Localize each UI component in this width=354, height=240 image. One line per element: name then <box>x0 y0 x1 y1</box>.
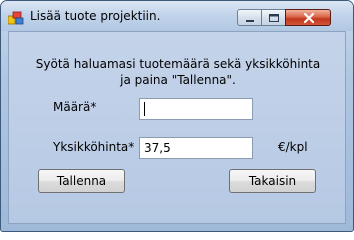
save-button[interactable]: Tallenna <box>38 169 125 193</box>
window-title: Lisää tuote projektiin. <box>30 9 161 23</box>
title-bar[interactable]: Lisää tuote projektiin. <box>1 1 353 31</box>
quantity-field[interactable] <box>139 98 253 120</box>
unit-price-field[interactable] <box>139 137 253 159</box>
quantity-label: Määrä* <box>53 100 97 114</box>
close-icon <box>303 12 315 24</box>
maximize-button[interactable] <box>261 9 286 26</box>
maximize-icon <box>269 14 279 22</box>
minimize-icon <box>246 20 254 22</box>
minimize-button[interactable] <box>237 9 262 26</box>
unit-label: €/kpl <box>278 140 308 154</box>
dialog-body: Syötä haluamasi tuotemäärä sekä yksikköh… <box>8 31 346 224</box>
back-button[interactable]: Takaisin <box>229 169 316 193</box>
unit-price-label: Yksikköhinta* <box>53 140 135 154</box>
instruction-text: Syötä haluamasi tuotemäärä sekä yksikköh… <box>35 57 321 87</box>
close-button[interactable] <box>285 9 331 26</box>
app-icon <box>7 10 24 25</box>
text-caret <box>144 102 145 116</box>
dialog-window: Lisää tuote projektiin. Syötä haluamasi … <box>0 0 354 232</box>
